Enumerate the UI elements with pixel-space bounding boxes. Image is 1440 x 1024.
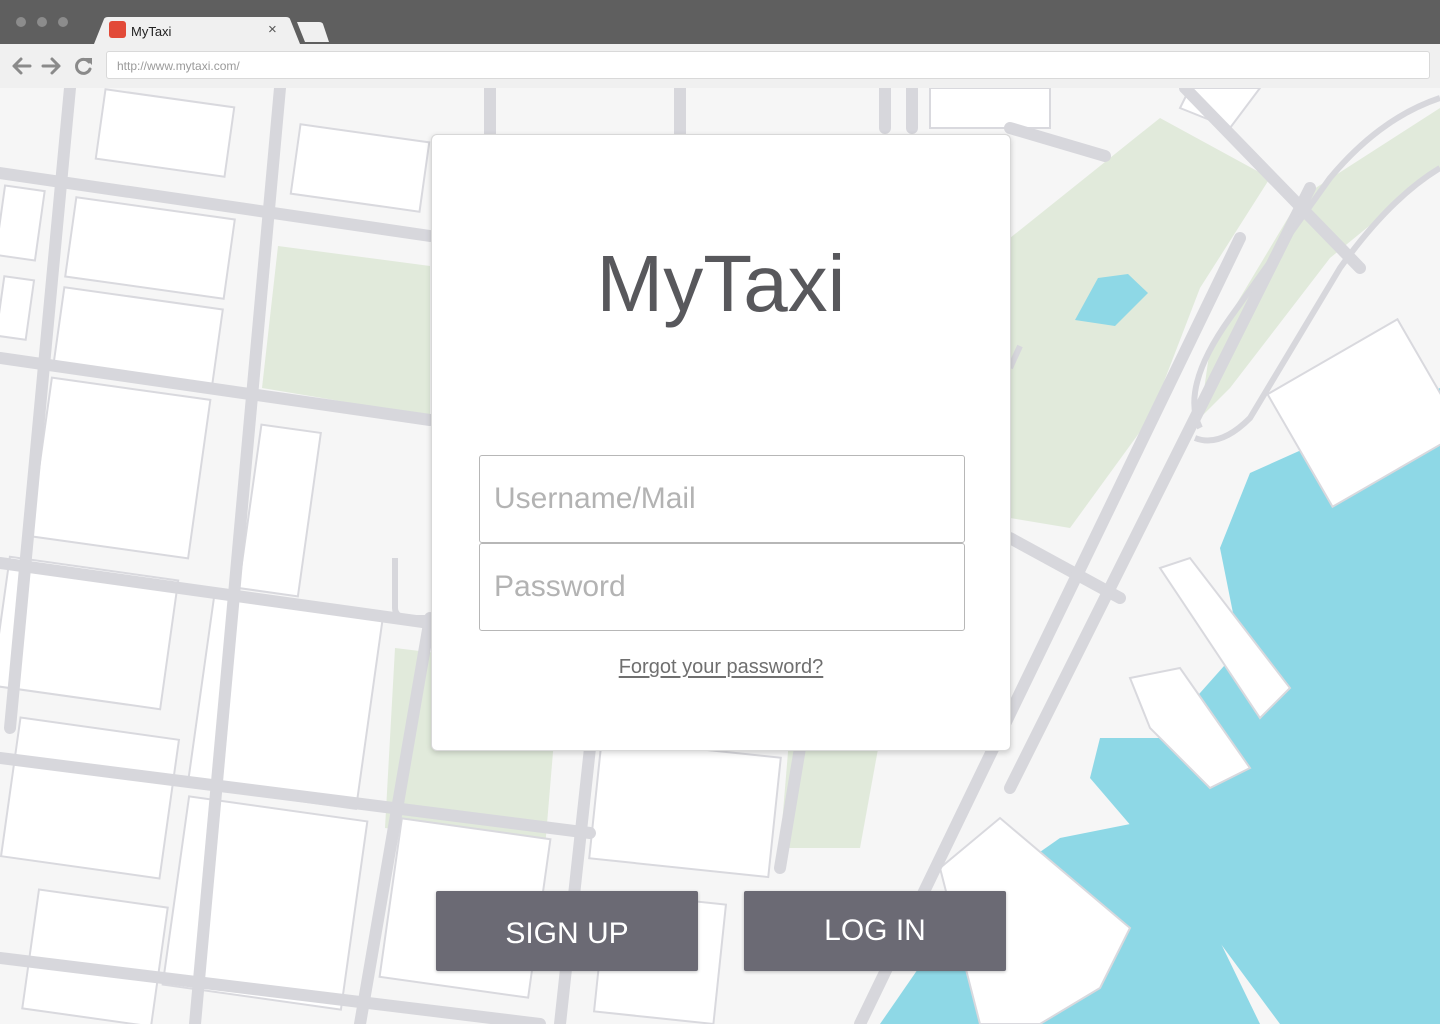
brand-title: MyTaxi bbox=[596, 239, 846, 328]
login-button[interactable]: LOG IN bbox=[744, 891, 1006, 971]
browser-tab[interactable]: MyTaxi × bbox=[94, 17, 300, 44]
window-minimize-dot[interactable] bbox=[37, 17, 47, 27]
forgot-password-row: Forgot your password? bbox=[432, 656, 1010, 679]
arrow-left-icon[interactable] bbox=[10, 56, 32, 76]
forgot-password-link[interactable]: Forgot your password? bbox=[619, 656, 824, 678]
tab-title: MyTaxi bbox=[131, 24, 172, 39]
address-bar[interactable]: http://www.mytaxi.com/ bbox=[106, 51, 1430, 79]
browser-toolbar: http://www.mytaxi.com/ bbox=[0, 44, 1440, 89]
window-zoom-dot[interactable] bbox=[58, 17, 68, 27]
window-close-dot[interactable] bbox=[16, 17, 26, 27]
login-card: MyTaxi Forgot your password? bbox=[431, 134, 1011, 751]
reload-icon[interactable] bbox=[73, 56, 95, 76]
signup-button[interactable]: SIGN UP bbox=[436, 891, 698, 971]
favicon-icon bbox=[109, 21, 126, 38]
browser-window: MyTaxi × http://www.mytaxi.com/ MyTaxi U… bbox=[0, 0, 1440, 1024]
close-icon[interactable]: × bbox=[268, 20, 277, 40]
username-field[interactable] bbox=[479, 455, 965, 543]
tab-strip: MyTaxi × bbox=[0, 0, 1440, 44]
password-field[interactable] bbox=[479, 543, 965, 631]
password-input[interactable] bbox=[480, 544, 964, 630]
username-input[interactable] bbox=[480, 456, 964, 542]
new-tab-icon[interactable] bbox=[295, 20, 331, 42]
arrow-right-icon[interactable] bbox=[41, 56, 63, 76]
url-text: http://www.mytaxi.com/ bbox=[117, 59, 240, 73]
